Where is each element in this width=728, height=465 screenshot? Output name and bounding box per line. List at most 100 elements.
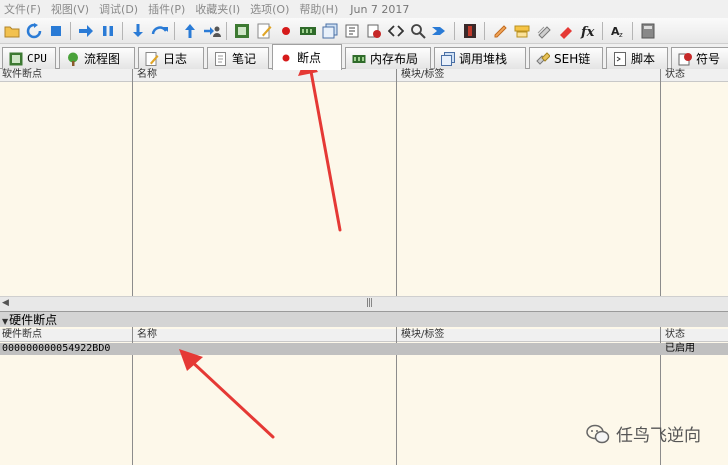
- seh-icon: [536, 51, 551, 66]
- column-divider[interactable]: [660, 69, 661, 296]
- toolbar-separator: [122, 21, 123, 40]
- toolbar-separator: [454, 21, 455, 40]
- breakpoint-icon[interactable]: [276, 21, 295, 40]
- menu-bar: 文件(F) 视图(V) 调试(D) 插件(P) 收藏夹(I) 选项(O) 帮助(…: [0, 0, 728, 18]
- svg-text:fx: fx: [580, 25, 595, 39]
- references-icon[interactable]: [408, 21, 427, 40]
- script-icon[interactable]: [364, 21, 383, 40]
- run-icon[interactable]: [76, 21, 95, 40]
- scroll-left-arrow-icon[interactable]: ◀: [2, 298, 9, 308]
- tab-seh-chain[interactable]: SEH链: [529, 47, 603, 69]
- tab-label: 断点: [297, 51, 322, 65]
- tab-graph[interactable]: 流程图: [59, 47, 135, 69]
- restart-icon[interactable]: [24, 21, 43, 40]
- toolbar-separator: [632, 21, 633, 40]
- watermark: 任鸟飞逆向: [586, 421, 701, 446]
- tab-label: CPU: [27, 52, 47, 65]
- tab-notes[interactable]: 笔记: [207, 47, 269, 69]
- software-breakpoints-pane[interactable]: 软件断点 名称 模块/标签 状态: [0, 69, 728, 296]
- notes-icon: [214, 51, 228, 66]
- watermark-text: 任鸟飞逆向: [616, 426, 701, 446]
- column-header-module-label[interactable]: 模块/标签: [399, 329, 444, 341]
- menu-file[interactable]: 文件(F): [0, 1, 47, 17]
- column-header-name[interactable]: 名称: [135, 329, 157, 341]
- collapse-triangle-icon[interactable]: ▼: [2, 317, 8, 326]
- tab-script[interactable]: 脚本: [606, 47, 668, 69]
- memory-icon[interactable]: [298, 21, 317, 40]
- fx-icon[interactable]: fx: [578, 21, 597, 40]
- hardware-breakpoints-section-title[interactable]: ▼硬件断点: [0, 311, 728, 327]
- column-header-status[interactable]: 状态: [663, 329, 685, 341]
- tab-label: 日志: [163, 52, 188, 66]
- memory-icon: [352, 52, 366, 66]
- tab-label: 脚本: [631, 52, 656, 66]
- menu-plugins[interactable]: 插件(P): [144, 1, 191, 17]
- tab-bar: CPU 流程图 日志 笔记 断点 内存布局 调用堆栈 SEH链 脚本 符号: [0, 44, 728, 70]
- source-icon[interactable]: [386, 21, 405, 40]
- pause-icon[interactable]: [98, 21, 117, 40]
- toolbar-separator: [602, 21, 603, 40]
- execute-till-return-icon[interactable]: [180, 21, 199, 40]
- tab-label: 调用堆栈: [459, 52, 508, 66]
- calculator-icon[interactable]: [638, 21, 657, 40]
- column-divider[interactable]: [132, 69, 133, 296]
- cpu-icon[interactable]: [232, 21, 251, 40]
- cpu-icon: [9, 52, 23, 66]
- font-icon[interactable]: Az: [608, 21, 627, 40]
- tab-label: SEH链: [554, 52, 591, 66]
- comments-icon[interactable]: [490, 21, 509, 40]
- tab-memory-map[interactable]: 内存布局: [345, 47, 431, 69]
- step-into-icon[interactable]: [128, 21, 147, 40]
- menu-options[interactable]: 选项(O): [246, 1, 295, 17]
- menu-favourites[interactable]: 收藏夹(I): [191, 1, 246, 17]
- patch-icon[interactable]: [460, 21, 479, 40]
- notes-icon[interactable]: [254, 21, 273, 40]
- call-stack-icon[interactable]: [320, 21, 339, 40]
- build-date: Jun 7 2017: [350, 2, 410, 16]
- functions-icon[interactable]: [556, 21, 575, 40]
- table-row[interactable]: 000000000054922BD0 已启用: [0, 343, 728, 355]
- menu-view[interactable]: 视图(V): [47, 1, 95, 17]
- script-icon: [613, 51, 627, 66]
- tab-symbols[interactable]: 符号: [671, 47, 728, 69]
- toolbar: fx Az: [0, 18, 728, 44]
- tab-log[interactable]: 日志: [138, 47, 204, 69]
- column-divider[interactable]: [396, 69, 397, 296]
- breakpoint-address: 000000000054922BD0: [2, 343, 111, 354]
- bookmarks-icon[interactable]: [534, 21, 553, 40]
- column-header-software-bp[interactable]: 软件断点: [0, 69, 42, 81]
- breakpoint-dot-icon: [279, 51, 293, 65]
- trace-icon[interactable]: [430, 21, 449, 40]
- svg-text:z: z: [619, 31, 623, 39]
- column-header-hardware-bp[interactable]: 硬件断点: [0, 329, 42, 341]
- tab-breakpoints[interactable]: 断点: [272, 44, 342, 70]
- column-header-status[interactable]: 状态: [663, 69, 685, 81]
- tree-icon: [66, 52, 80, 66]
- menu-help[interactable]: 帮助(H): [295, 1, 344, 17]
- toolbar-separator: [484, 21, 485, 40]
- software-breakpoints-header: 软件断点 名称 模块/标签 状态: [0, 69, 728, 82]
- step-over-icon[interactable]: [150, 21, 169, 40]
- symbols-icon: [678, 52, 692, 66]
- column-header-name[interactable]: 名称: [135, 69, 157, 81]
- toolbar-separator: [226, 21, 227, 40]
- tab-call-stack[interactable]: 调用堆栈: [434, 47, 526, 69]
- tab-label: 内存布局: [370, 52, 419, 66]
- labels-icon[interactable]: [512, 21, 531, 40]
- seh-icon[interactable]: [342, 21, 361, 40]
- toolbar-separator: [174, 21, 175, 40]
- scroll-grip-icon[interactable]: |||: [366, 298, 373, 308]
- tab-label: 流程图: [84, 52, 121, 66]
- menu-debug[interactable]: 调试(D): [95, 1, 144, 17]
- tab-label: 笔记: [232, 52, 257, 66]
- column-header-module-label[interactable]: 模块/标签: [399, 69, 444, 81]
- horizontal-scrollbar[interactable]: ◀ |||: [0, 296, 728, 311]
- tab-cpu[interactable]: CPU: [2, 47, 56, 69]
- hardware-breakpoints-header: 硬件断点 名称 模块/标签 状态: [0, 329, 728, 342]
- tab-label: 符号: [696, 52, 721, 66]
- call-stack-icon: [441, 51, 455, 66]
- open-icon[interactable]: [2, 21, 21, 40]
- stop-icon[interactable]: [46, 21, 65, 40]
- wechat-icon: [586, 424, 610, 443]
- run-to-user-code-icon[interactable]: [202, 21, 221, 40]
